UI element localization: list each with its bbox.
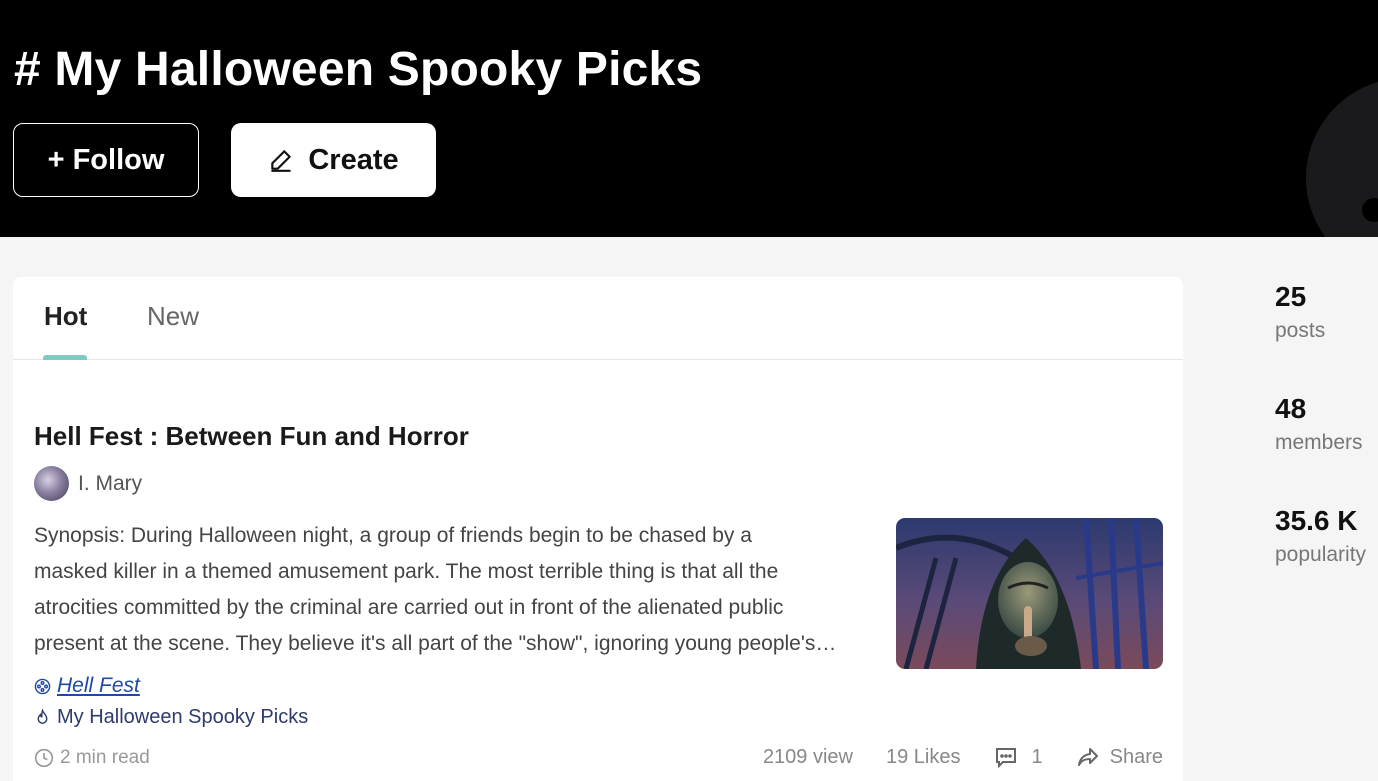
comment-icon bbox=[995, 748, 1016, 769]
tab-new[interactable]: New bbox=[147, 301, 199, 332]
tab-hot[interactable]: Hot bbox=[44, 301, 87, 332]
create-button-label: Create bbox=[308, 143, 399, 176]
comment-button[interactable]: 1 bbox=[994, 745, 1043, 769]
share-label: Share bbox=[1109, 745, 1163, 768]
view-count: 2109 view bbox=[762, 745, 853, 768]
flame-icon bbox=[37, 709, 48, 724]
topic-header: # My Halloween Spooky Picks + Follow Cre… bbox=[0, 0, 1378, 237]
stat-members: 48 members bbox=[1275, 393, 1366, 505]
thumbnail-image bbox=[896, 518, 1163, 669]
movie-tag-link[interactable]: Hell Fest bbox=[34, 674, 140, 698]
avatar bbox=[34, 466, 69, 501]
post-thumbnail[interactable] bbox=[896, 518, 1163, 669]
stat-value: 48 bbox=[1275, 393, 1307, 424]
share-icon bbox=[1077, 748, 1098, 766]
post-author[interactable]: I. Mary bbox=[34, 466, 142, 501]
stat-value: 35.6 K bbox=[1275, 505, 1358, 536]
stat-label: popularity bbox=[1275, 543, 1367, 566]
stat-posts: 25 posts bbox=[1275, 281, 1366, 393]
post-title[interactable]: Hell Fest : Between Fun and Horror bbox=[34, 421, 469, 452]
feed-tabs: Hot New bbox=[13, 277, 1183, 360]
share-button[interactable]: Share bbox=[1076, 745, 1163, 769]
clock-icon bbox=[34, 748, 54, 768]
stat-popularity: 35.6 K popularity bbox=[1275, 505, 1366, 617]
create-button[interactable]: Create bbox=[231, 123, 436, 197]
movie-tag-label: Hell Fest bbox=[57, 674, 140, 697]
topic-tag-link[interactable]: My Halloween Spooky Picks bbox=[34, 706, 308, 729]
stat-value: 25 bbox=[1275, 281, 1307, 312]
post-excerpt[interactable]: Synopsis: During Halloween night, a grou… bbox=[34, 518, 884, 662]
stat-label: members bbox=[1275, 431, 1363, 454]
topic-tag-label: My Halloween Spooky Picks bbox=[57, 706, 309, 728]
like-button[interactable]: 19 Likes bbox=[886, 746, 961, 769]
pencil-icon bbox=[271, 150, 292, 172]
topic-stats: 25 posts 48 members 35.6 K popularity bbox=[1275, 281, 1366, 617]
active-tab-indicator bbox=[43, 355, 87, 360]
read-time: 2 min read bbox=[34, 747, 150, 769]
page-title: # My Halloween Spooky Picks bbox=[14, 43, 703, 96]
post-stats: 2109 view 19 Likes 1 Share bbox=[763, 745, 1163, 769]
comment-count: 1 bbox=[1031, 745, 1043, 768]
read-time-label: 2 min read bbox=[60, 747, 150, 768]
follow-button[interactable]: + Follow bbox=[13, 123, 199, 197]
film-reel-icon bbox=[34, 678, 51, 694]
stat-label: posts bbox=[1275, 319, 1326, 342]
feed-card: Hot New Hell Fest : Between Fun and Horr… bbox=[13, 277, 1183, 781]
author-name: I. Mary bbox=[78, 471, 143, 495]
